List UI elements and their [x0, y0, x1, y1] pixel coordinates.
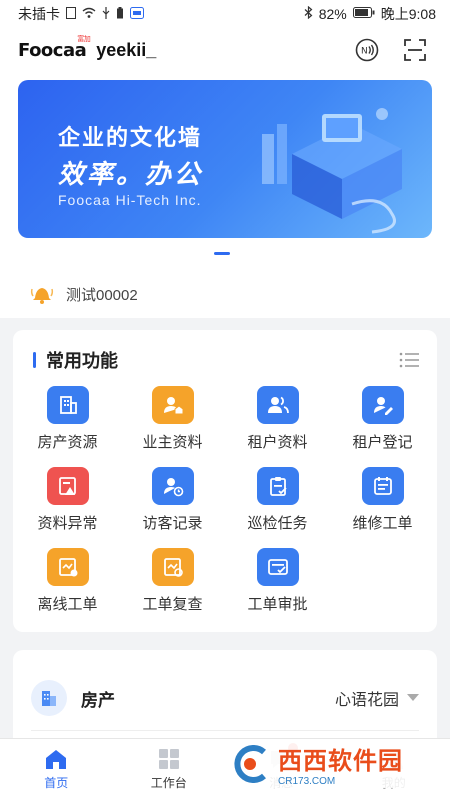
clock: 晚上9:08 — [380, 6, 436, 22]
function-owner-info[interactable]: 业主资料 — [120, 386, 225, 471]
dropdown-caret-icon — [407, 694, 419, 701]
notice-bar[interactable]: 测试00002 — [0, 276, 450, 312]
function-label: 工单审批 — [247, 596, 308, 613]
app-notification-icon — [130, 6, 144, 22]
nfc-icon: N — [355, 38, 379, 62]
function-property-resources[interactable]: 房产资源 — [15, 386, 120, 471]
property-building-icon — [31, 680, 67, 716]
scan-button[interactable] — [400, 35, 430, 65]
order-approval-icon — [256, 548, 299, 586]
inspection-icon — [256, 467, 299, 505]
function-data-error[interactable]: 资料异常 — [15, 467, 120, 552]
property-left: 房产 — [31, 680, 115, 716]
username: yeekii_ — [96, 39, 157, 60]
property-value: 心语花园 — [334, 692, 399, 709]
functions-title-wrap: 常用功能 — [33, 347, 118, 373]
usb-icon — [102, 6, 110, 22]
function-label: 租户登记 — [352, 434, 413, 451]
app-header: Foocaa 富加 yeekii_ N — [0, 28, 450, 72]
scan-icon — [404, 39, 426, 61]
logo-tag: 富加 — [77, 34, 91, 43]
function-order-review[interactable]: 工单复查 — [120, 548, 225, 633]
watermark-text: 西西软件园 CR173.COM — [278, 741, 403, 787]
logo-text: Foocaa — [18, 39, 87, 61]
watermark-sub: CR173.COM — [278, 776, 336, 787]
foocaa-logo: Foocaa 富加 — [18, 35, 91, 61]
banner-slogan: 效率。办公 — [58, 159, 204, 189]
function-label: 业主资料 — [142, 434, 203, 451]
function-label: 房产资源 — [37, 434, 98, 451]
functions-grid: 房产资源 业主资料 租户资料 租户登记 资料异常 访客记录 巡检任务 维修工单 … — [13, 386, 437, 633]
function-label: 资料异常 — [37, 515, 98, 532]
common-functions-card: 常用功能 房产资源 业主资料 租户资料 租户登记 资料异常 访客记录 巡检任务 … — [13, 330, 437, 632]
function-label: 工单复查 — [142, 596, 203, 613]
watermark-main: 西西软件园 — [278, 748, 403, 775]
function-inspection-task[interactable]: 巡检任务 — [225, 467, 330, 552]
isometric-office-illustration — [262, 108, 402, 234]
function-order-approval[interactable]: 工单审批 — [225, 548, 330, 633]
svg-text:N: N — [361, 47, 368, 57]
function-tenant-register[interactable]: 租户登记 — [330, 386, 435, 471]
function-repair-order[interactable]: 维修工单 — [330, 467, 435, 552]
document-icon — [66, 6, 76, 22]
nfc-button[interactable]: N — [352, 35, 382, 65]
promo-banner[interactable]: 企业的文化墙 效率。办公 Foocaa Hi-Tech Inc. — [18, 80, 432, 238]
tenant-register-icon — [361, 386, 404, 424]
function-label: 巡检任务 — [247, 515, 308, 532]
function-label: 离线工单 — [37, 596, 98, 613]
brand: Foocaa 富加 yeekii_ — [18, 35, 157, 61]
battery-percent: 82% — [318, 6, 347, 22]
tenants-icon — [256, 386, 299, 424]
site-watermark: 西西软件园 CR173.COM — [218, 740, 438, 788]
function-offline-order[interactable]: 离线工单 — [15, 548, 120, 633]
notice-text: 测试00002 — [66, 286, 138, 304]
property-label: 房产 — [81, 690, 115, 710]
bluetooth-icon — [304, 5, 313, 22]
carrier-text: 未插卡 — [18, 6, 60, 22]
nav-home[interactable]: 首页 — [0, 739, 113, 800]
function-label: 租户资料 — [247, 434, 308, 451]
battery-small-icon — [116, 6, 124, 22]
list-menu-icon[interactable] — [399, 352, 419, 368]
visitor-record-icon — [151, 467, 194, 505]
header-actions: N — [352, 35, 430, 65]
battery-icon — [352, 7, 375, 21]
wifi-icon — [82, 7, 96, 22]
order-review-icon — [151, 548, 194, 586]
status-right: 82% 晚上9:08 — [304, 4, 436, 24]
property-selector-row[interactable]: 房产 心语花园 — [31, 680, 419, 716]
property-divider — [31, 730, 419, 731]
banner-page-indicator — [214, 252, 230, 255]
data-error-icon — [46, 467, 89, 505]
functions-title: 常用功能 — [46, 351, 118, 371]
nav-label: 工作台 — [150, 776, 187, 790]
offline-order-icon — [46, 548, 89, 586]
banner-title: 企业的文化墙 — [58, 125, 203, 150]
function-label: 维修工单 — [352, 515, 413, 532]
home-icon — [46, 750, 67, 769]
status-bar: 未插卡 82% 晚上9:08 — [0, 0, 450, 28]
building-icon — [46, 386, 89, 424]
function-visitor-record[interactable]: 访客记录 — [120, 467, 225, 552]
title-accent-bar — [33, 352, 36, 368]
functions-header: 常用功能 — [13, 330, 437, 390]
function-tenant-info[interactable]: 租户资料 — [225, 386, 330, 471]
nav-workbench[interactable]: 工作台 — [113, 739, 226, 800]
nav-label: 首页 — [44, 776, 69, 790]
repair-order-icon — [361, 467, 404, 505]
watermark-logo — [234, 745, 266, 783]
owner-icon — [151, 386, 194, 424]
top-section: Foocaa 富加 yeekii_ N 企业的文化墙 效率。办公 Foocaa … — [0, 28, 450, 318]
workbench-icon — [158, 749, 179, 769]
bell-icon — [30, 288, 54, 304]
status-left: 未插卡 — [18, 4, 144, 24]
property-dropdown[interactable]: 心语花园 — [335, 686, 419, 710]
banner-company: Foocaa Hi-Tech Inc. — [58, 192, 202, 208]
function-label: 访客记录 — [142, 515, 203, 532]
